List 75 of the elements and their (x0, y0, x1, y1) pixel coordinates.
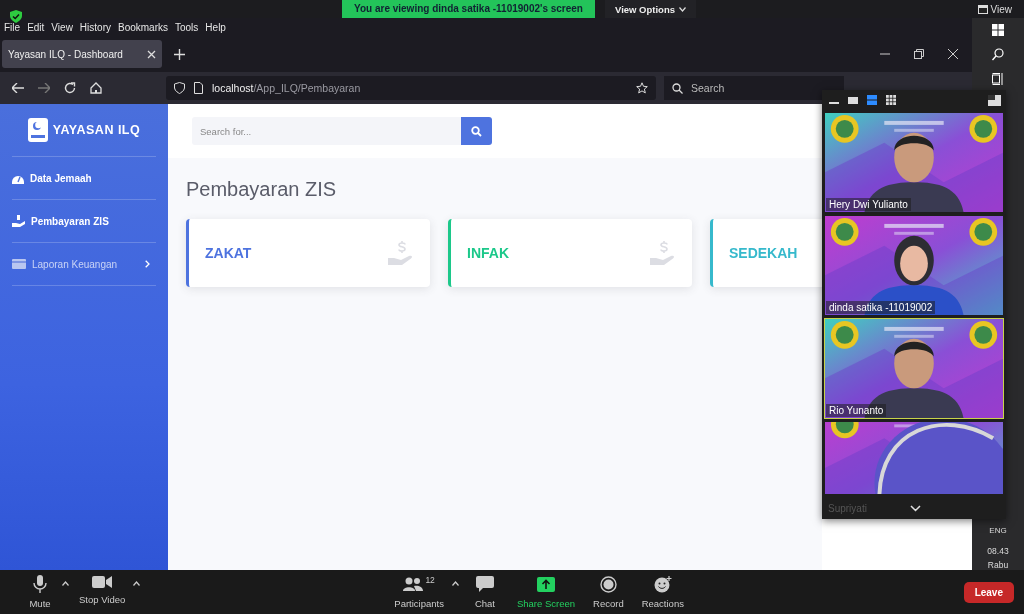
camera-icon (92, 575, 113, 589)
forward-arrow-icon[interactable] (38, 83, 50, 93)
menu-item[interactable]: Help (205, 21, 226, 33)
toolbar-button[interactable]: Mute (20, 571, 60, 613)
chevron-down-icon[interactable] (910, 505, 921, 512)
search-button[interactable] (461, 117, 492, 145)
task-view-icon[interactable] (992, 73, 1004, 85)
participant-name: Hery Dwi Yulianto (826, 198, 911, 211)
search-icon (471, 125, 482, 137)
browser-search-field[interactable]: Search (664, 76, 844, 100)
view-mode-button[interactable] (848, 96, 858, 104)
menu-item[interactable]: File (4, 21, 21, 33)
category-card[interactable]: ZAKAT (186, 219, 430, 287)
window-icon (977, 4, 988, 14)
close-icon[interactable] (147, 49, 156, 59)
grid-view-icon (886, 95, 896, 105)
caret-icon[interactable] (451, 581, 459, 586)
search-icon (672, 82, 683, 94)
toolbar-button[interactable]: Stop Video (73, 571, 132, 609)
toolbar-button[interactable]: Record (587, 571, 630, 613)
stacked-view-icon (867, 95, 877, 105)
hand-icon (12, 215, 25, 227)
toolbar-button[interactable]: Chat (464, 571, 505, 613)
sidebar-item[interactable]: Pembayaran ZIS (12, 200, 156, 242)
page-title: Pembayaran ZIS (186, 178, 338, 201)
view-mode-button[interactable] (886, 95, 896, 105)
restore-icon[interactable] (914, 49, 924, 59)
menu-item[interactable]: Tools (175, 21, 199, 33)
reload-icon[interactable] (64, 82, 76, 94)
view-button[interactable]: View (971, 2, 1018, 16)
shield-icon[interactable] (174, 82, 185, 94)
participant-name: Rio Yunanto (826, 404, 887, 417)
microphone-icon (33, 575, 47, 593)
toolbar-button[interactable]: Reactions (635, 571, 690, 613)
single-view-icon (848, 96, 858, 104)
windows-start-icon[interactable] (992, 24, 1004, 36)
browser-tab[interactable]: Yayasan ILQ - Dashboard (2, 40, 162, 68)
address-bar[interactable]: localhost/App_ILQ/Pembayaran (166, 76, 656, 100)
card-icon (12, 259, 26, 269)
menu-item[interactable]: View (51, 21, 73, 33)
caret-icon (679, 6, 686, 12)
bookmark-star-icon[interactable] (636, 82, 648, 94)
menu-item[interactable]: History (79, 21, 111, 33)
chat-bubble-icon (475, 576, 494, 592)
clock-time: 08.43 (987, 546, 1009, 556)
search-input[interactable]: Search (689, 81, 833, 95)
caret-icon[interactable] (62, 581, 69, 586)
smiley-icon (653, 575, 672, 593)
leave-button[interactable]: Leave (963, 582, 1014, 603)
page-icon[interactable] (194, 82, 203, 94)
clock-day: Rabu (987, 560, 1009, 570)
screen-share-banner: You are viewing dinda satika -11019002's screen (342, 0, 595, 18)
view-options-button[interactable]: View Options (605, 0, 696, 18)
participant-name: dinda satika -11019002 (826, 301, 936, 314)
toolbar-button[interactable]: Share Screen (510, 571, 582, 613)
toolbar-button[interactable]: 12 Participants (388, 571, 450, 613)
tab-title: Yayasan ILQ - Dashboard (8, 48, 123, 60)
popout-icon[interactable] (988, 94, 1001, 106)
back-arrow-icon[interactable] (12, 83, 24, 93)
caret-icon[interactable] (133, 581, 141, 586)
menu-item[interactable]: Edit (27, 21, 45, 33)
sidebar-item[interactable]: Data Jemaah (12, 157, 156, 199)
search-field[interactable]: Search for... (192, 117, 461, 145)
people-icon (403, 577, 424, 591)
new-tab-icon[interactable] (174, 48, 185, 60)
close-icon[interactable] (948, 49, 958, 59)
participant-count: 12 (425, 575, 435, 585)
brand-name: YAYASAN ILQ (52, 123, 141, 137)
search-icon[interactable] (992, 48, 1004, 61)
logo-icon (27, 118, 48, 142)
menu-item[interactable]: Bookmarks (118, 21, 168, 33)
chevron-right-icon (145, 260, 150, 268)
language-indicator[interactable]: ENG (989, 526, 1007, 535)
record-icon (599, 575, 617, 593)
home-icon[interactable] (90, 82, 102, 94)
